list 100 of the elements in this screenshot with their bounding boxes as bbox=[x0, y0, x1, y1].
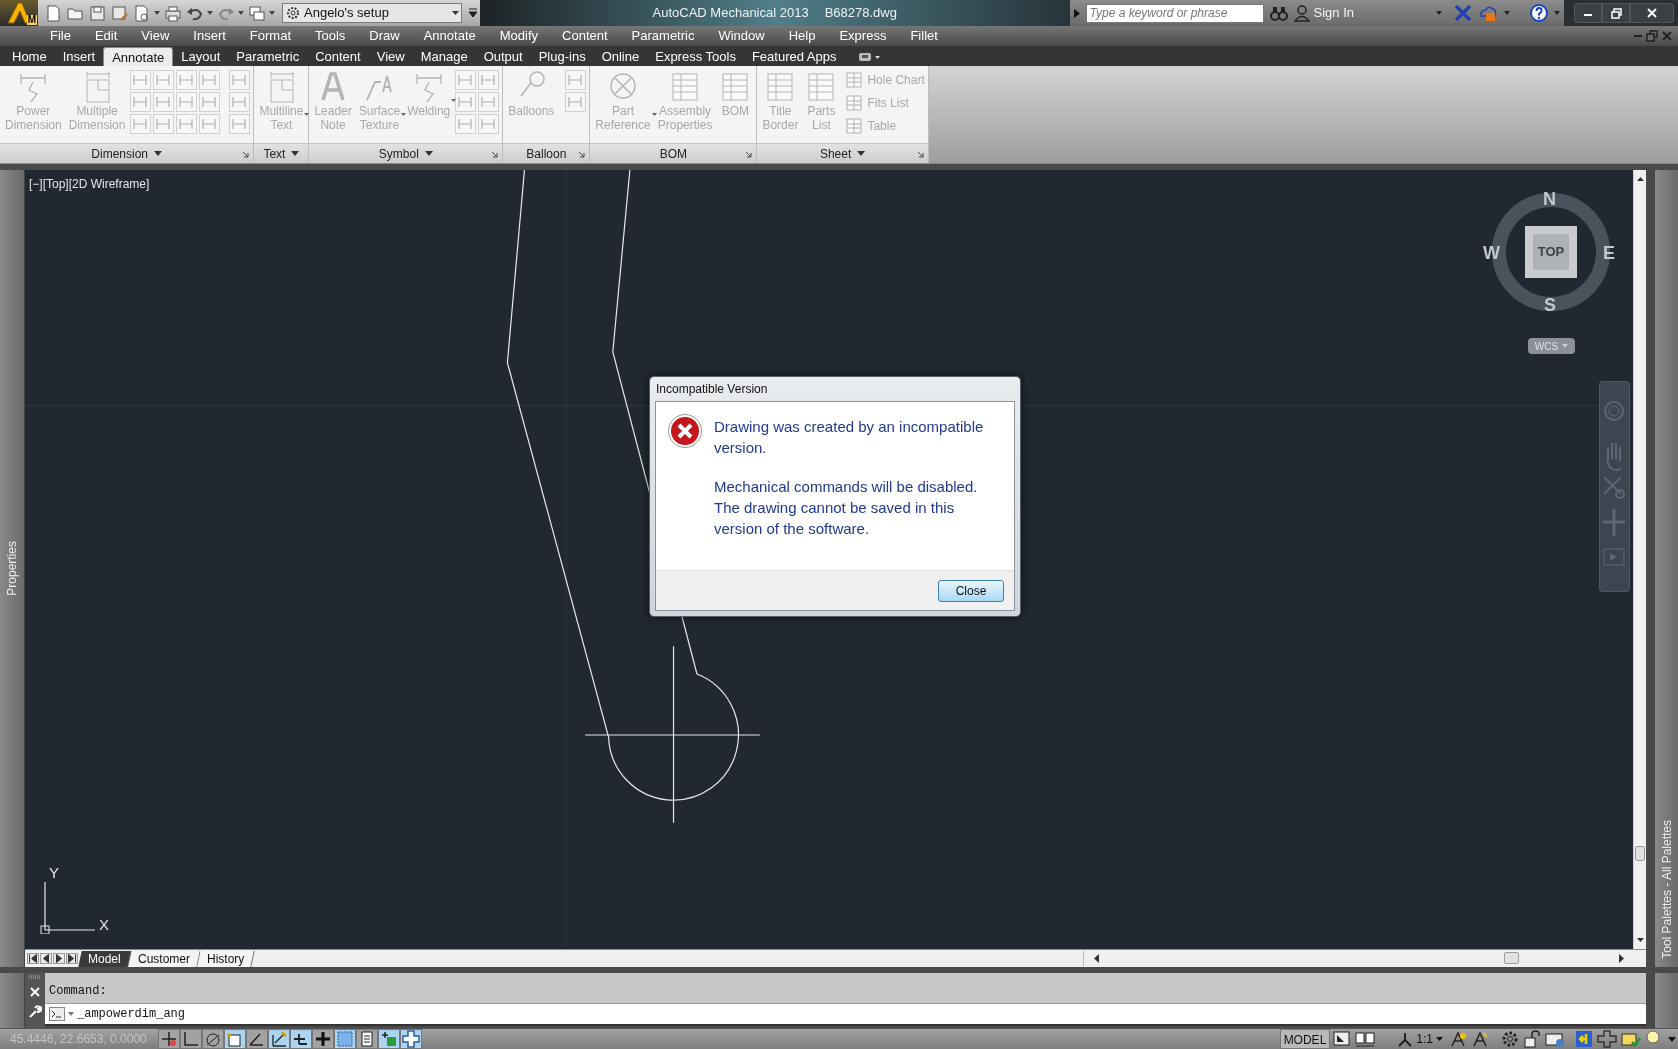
compass-west[interactable]: W bbox=[1483, 240, 1500, 267]
dropdown-caret-icon[interactable] bbox=[207, 11, 213, 15]
dialog-launcher-icon[interactable] bbox=[916, 151, 924, 158]
menu-item[interactable]: Tools bbox=[303, 26, 358, 46]
menu-item[interactable]: Window bbox=[706, 26, 777, 46]
save-icon[interactable] bbox=[88, 3, 107, 23]
ribbon-tab[interactable]: Content bbox=[307, 47, 369, 66]
drafting-toggle-button[interactable] bbox=[224, 1029, 246, 1049]
panel-title[interactable]: BOM bbox=[659, 144, 688, 163]
drafting-toggle-button[interactable] bbox=[356, 1029, 378, 1049]
menu-item[interactable]: Help bbox=[776, 26, 828, 46]
help-icon[interactable] bbox=[1530, 4, 1548, 22]
previous-icon[interactable] bbox=[40, 953, 52, 964]
scroll-right-icon[interactable] bbox=[1619, 954, 1625, 963]
tool-palettes-palette[interactable]: Tool Palettes - All Palettes bbox=[1654, 170, 1678, 967]
caret-icon[interactable] bbox=[68, 1012, 74, 1016]
menu-item[interactable]: Express bbox=[827, 26, 899, 46]
drafting-toggle-button[interactable] bbox=[246, 1029, 268, 1049]
customize-caret-icon[interactable] bbox=[468, 7, 478, 19]
menu-item[interactable]: Fillet bbox=[898, 26, 950, 46]
ribbon-tab[interactable]: Layout bbox=[173, 47, 229, 66]
menu-item[interactable]: File bbox=[38, 26, 83, 46]
ribbon-tab[interactable]: Express Tools bbox=[647, 47, 744, 66]
dialog-launcher-icon[interactable] bbox=[745, 151, 753, 158]
save-as-icon[interactable] bbox=[110, 3, 129, 23]
menu-item[interactable]: Annotate bbox=[411, 26, 488, 46]
annotation-scale-dropdown[interactable]: 1:1 bbox=[1394, 1029, 1446, 1049]
command-input-field[interactable]: _ampowerdim_ang bbox=[45, 1004, 1646, 1026]
drafting-toggle-button[interactable] bbox=[312, 1029, 334, 1049]
close-icon[interactable] bbox=[1662, 31, 1672, 41]
ribbon-tab[interactable]: Online bbox=[593, 47, 648, 66]
sheet-tab[interactable]: Model bbox=[78, 950, 132, 967]
menu-item[interactable]: Insert bbox=[181, 26, 238, 46]
new-file-icon[interactable] bbox=[44, 3, 63, 23]
ribbon-tab[interactable]: Featured Apps bbox=[743, 47, 845, 66]
ribbon-tab[interactable]: Home bbox=[4, 47, 55, 66]
drafting-toggle-button[interactable] bbox=[290, 1029, 312, 1049]
next-icon[interactable] bbox=[53, 953, 65, 964]
drafting-toggle-button[interactable] bbox=[378, 1029, 400, 1049]
ribbon-tab[interactable]: Manage bbox=[412, 47, 476, 66]
scroll-left-icon[interactable] bbox=[1094, 954, 1100, 963]
vertical-scrollbar[interactable] bbox=[1633, 170, 1646, 949]
drafting-toggle-button[interactable] bbox=[268, 1029, 290, 1049]
viewcube-top-face[interactable]: TOP bbox=[1525, 226, 1577, 278]
compass-south[interactable]: S bbox=[1544, 292, 1556, 319]
ribbon-tab[interactable]: Output bbox=[475, 47, 531, 66]
sign-in-button[interactable]: Sign In bbox=[1293, 3, 1354, 23]
light-bulb-icon[interactable] bbox=[1644, 1029, 1662, 1049]
exchange-x-icon[interactable] bbox=[1454, 5, 1472, 21]
cloud-download-icon[interactable] bbox=[1478, 4, 1498, 22]
plus-outline-icon[interactable] bbox=[1596, 1029, 1618, 1049]
printer-icon[interactable] bbox=[163, 3, 182, 23]
model-space-button[interactable]: MODEL bbox=[1279, 1029, 1331, 1049]
scroll-down-icon[interactable] bbox=[1636, 937, 1645, 943]
panel-toggle-button[interactable] bbox=[858, 52, 881, 62]
search-field[interactable]: Type a keyword or phrase bbox=[1085, 3, 1264, 23]
menu-item[interactable]: Modify bbox=[487, 26, 551, 46]
dropdown-caret-icon[interactable] bbox=[238, 11, 244, 15]
dropdown-caret-icon[interactable] bbox=[1504, 11, 1510, 15]
annotation-visibility-icon[interactable] bbox=[1448, 1030, 1468, 1048]
sheet-tab[interactable]: Customer bbox=[128, 950, 201, 967]
wrench-icon[interactable] bbox=[28, 1005, 42, 1019]
menu-item[interactable]: Draw bbox=[357, 26, 412, 46]
gear-icon[interactable] bbox=[1500, 1029, 1520, 1049]
ribbon-tab[interactable]: Parametric bbox=[228, 47, 308, 66]
page-preview-icon[interactable] bbox=[132, 3, 151, 23]
minimize-button[interactable] bbox=[1574, 3, 1602, 23]
dropdown-caret-icon[interactable] bbox=[1554, 11, 1560, 15]
dialog-launcher-icon[interactable] bbox=[242, 151, 250, 158]
close-button[interactable]: Close bbox=[938, 579, 1004, 602]
isolate-icon[interactable] bbox=[1574, 1029, 1594, 1049]
dialog-launcher-icon[interactable] bbox=[491, 151, 499, 158]
layout-viewport-icon[interactable] bbox=[1332, 1030, 1353, 1048]
restore-button[interactable] bbox=[1602, 3, 1630, 23]
menu-item[interactable]: View bbox=[129, 26, 182, 46]
workspace-dropdown[interactable]: Angelo's setup bbox=[282, 3, 462, 23]
command-prompt-icon[interactable] bbox=[49, 1007, 65, 1021]
first-page-icon[interactable] bbox=[27, 953, 39, 964]
drafting-toggle-button[interactable] bbox=[180, 1029, 202, 1049]
padlock-icon[interactable] bbox=[1522, 1029, 1542, 1049]
drafting-toggle-button[interactable] bbox=[400, 1029, 422, 1049]
drawing-area[interactable] bbox=[25, 170, 1633, 949]
binoculars-icon[interactable] bbox=[1269, 5, 1288, 21]
close-button[interactable] bbox=[1630, 3, 1674, 23]
dialog-launcher-icon[interactable] bbox=[578, 151, 586, 158]
menu-item[interactable]: Format bbox=[237, 26, 303, 46]
dropdown-caret-icon[interactable] bbox=[269, 11, 275, 15]
ribbon-tab[interactable]: Insert bbox=[54, 47, 104, 66]
compass-east[interactable]: E bbox=[1603, 240, 1615, 267]
expand-arrow-icon[interactable] bbox=[1073, 8, 1080, 18]
ribbon-tab[interactable]: Annotate bbox=[103, 47, 174, 66]
drafting-toggle-button[interactable] bbox=[334, 1029, 356, 1049]
ribbon-tab[interactable]: View bbox=[368, 47, 413, 66]
scroll-thumb[interactable] bbox=[1635, 846, 1645, 861]
scroll-thumb[interactable] bbox=[1504, 952, 1519, 964]
layout-pages-icon[interactable] bbox=[1354, 1030, 1377, 1048]
compass-north[interactable]: N bbox=[1543, 186, 1556, 213]
drafting-toggle-button[interactable] bbox=[158, 1029, 180, 1049]
menu-item[interactable]: Content bbox=[550, 26, 620, 46]
menu-item[interactable]: Edit bbox=[82, 26, 130, 46]
